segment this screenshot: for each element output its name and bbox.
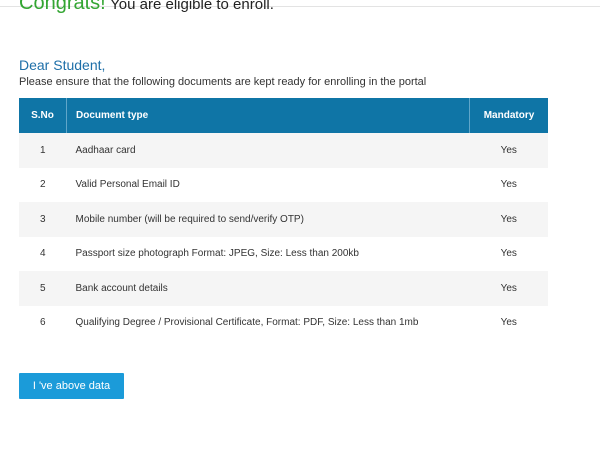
confirm-documents-button[interactable]: I 've above data [19,373,124,399]
row-mandatory: Yes [469,271,548,306]
row-sno: 4 [19,236,67,271]
row-mandatory: Yes [469,167,548,202]
row-mandatory: Yes [469,133,548,168]
row-mandatory: Yes [469,305,548,340]
header-mandatory: Mandatory [469,98,548,133]
header-sno: S.No [19,98,67,133]
row-sno: 2 [19,167,67,202]
congrats-word: Congrats! [19,0,106,14]
row-document: Passport size photograph Format: JPEG, S… [66,236,470,271]
table-row: 1 Aadhaar card Yes [19,133,548,168]
table-row: 5 Bank account details Yes [19,271,548,306]
instruction-text: Please ensure that the following documen… [19,76,427,88]
table-row: 6 Qualifying Degree / Provisional Certif… [19,305,548,340]
row-mandatory: Yes [469,202,548,237]
table-row: 3 Mobile number (will be required to sen… [19,202,548,237]
table-header-row: S.No Document type Mandatory [19,98,548,133]
row-sno: 3 [19,202,67,237]
documents-table: S.No Document type Mandatory 1 Aadhaar c… [19,98,548,340]
row-sno: 1 [19,133,67,168]
row-document: Valid Personal Email ID [66,167,470,202]
row-document: Mobile number (will be required to send/… [66,202,470,237]
table-row: 4 Passport size photograph Format: JPEG,… [19,236,548,271]
row-document: Qualifying Degree / Provisional Certific… [66,305,470,340]
header-document-type: Document type [66,98,470,133]
enrollment-page: Congrats! You are eligible to enroll. De… [0,0,600,450]
row-document: Bank account details [66,271,470,306]
row-sno: 5 [19,271,67,306]
eligibility-text: You are eligible to enroll. [110,0,274,13]
congrats-message: Congrats! You are eligible to enroll. [19,0,274,15]
table-row: 2 Valid Personal Email ID Yes [19,167,548,202]
row-document: Aadhaar card [66,133,470,168]
row-mandatory: Yes [469,236,548,271]
row-sno: 6 [19,305,67,340]
greeting-heading: Dear Student, [19,57,106,73]
